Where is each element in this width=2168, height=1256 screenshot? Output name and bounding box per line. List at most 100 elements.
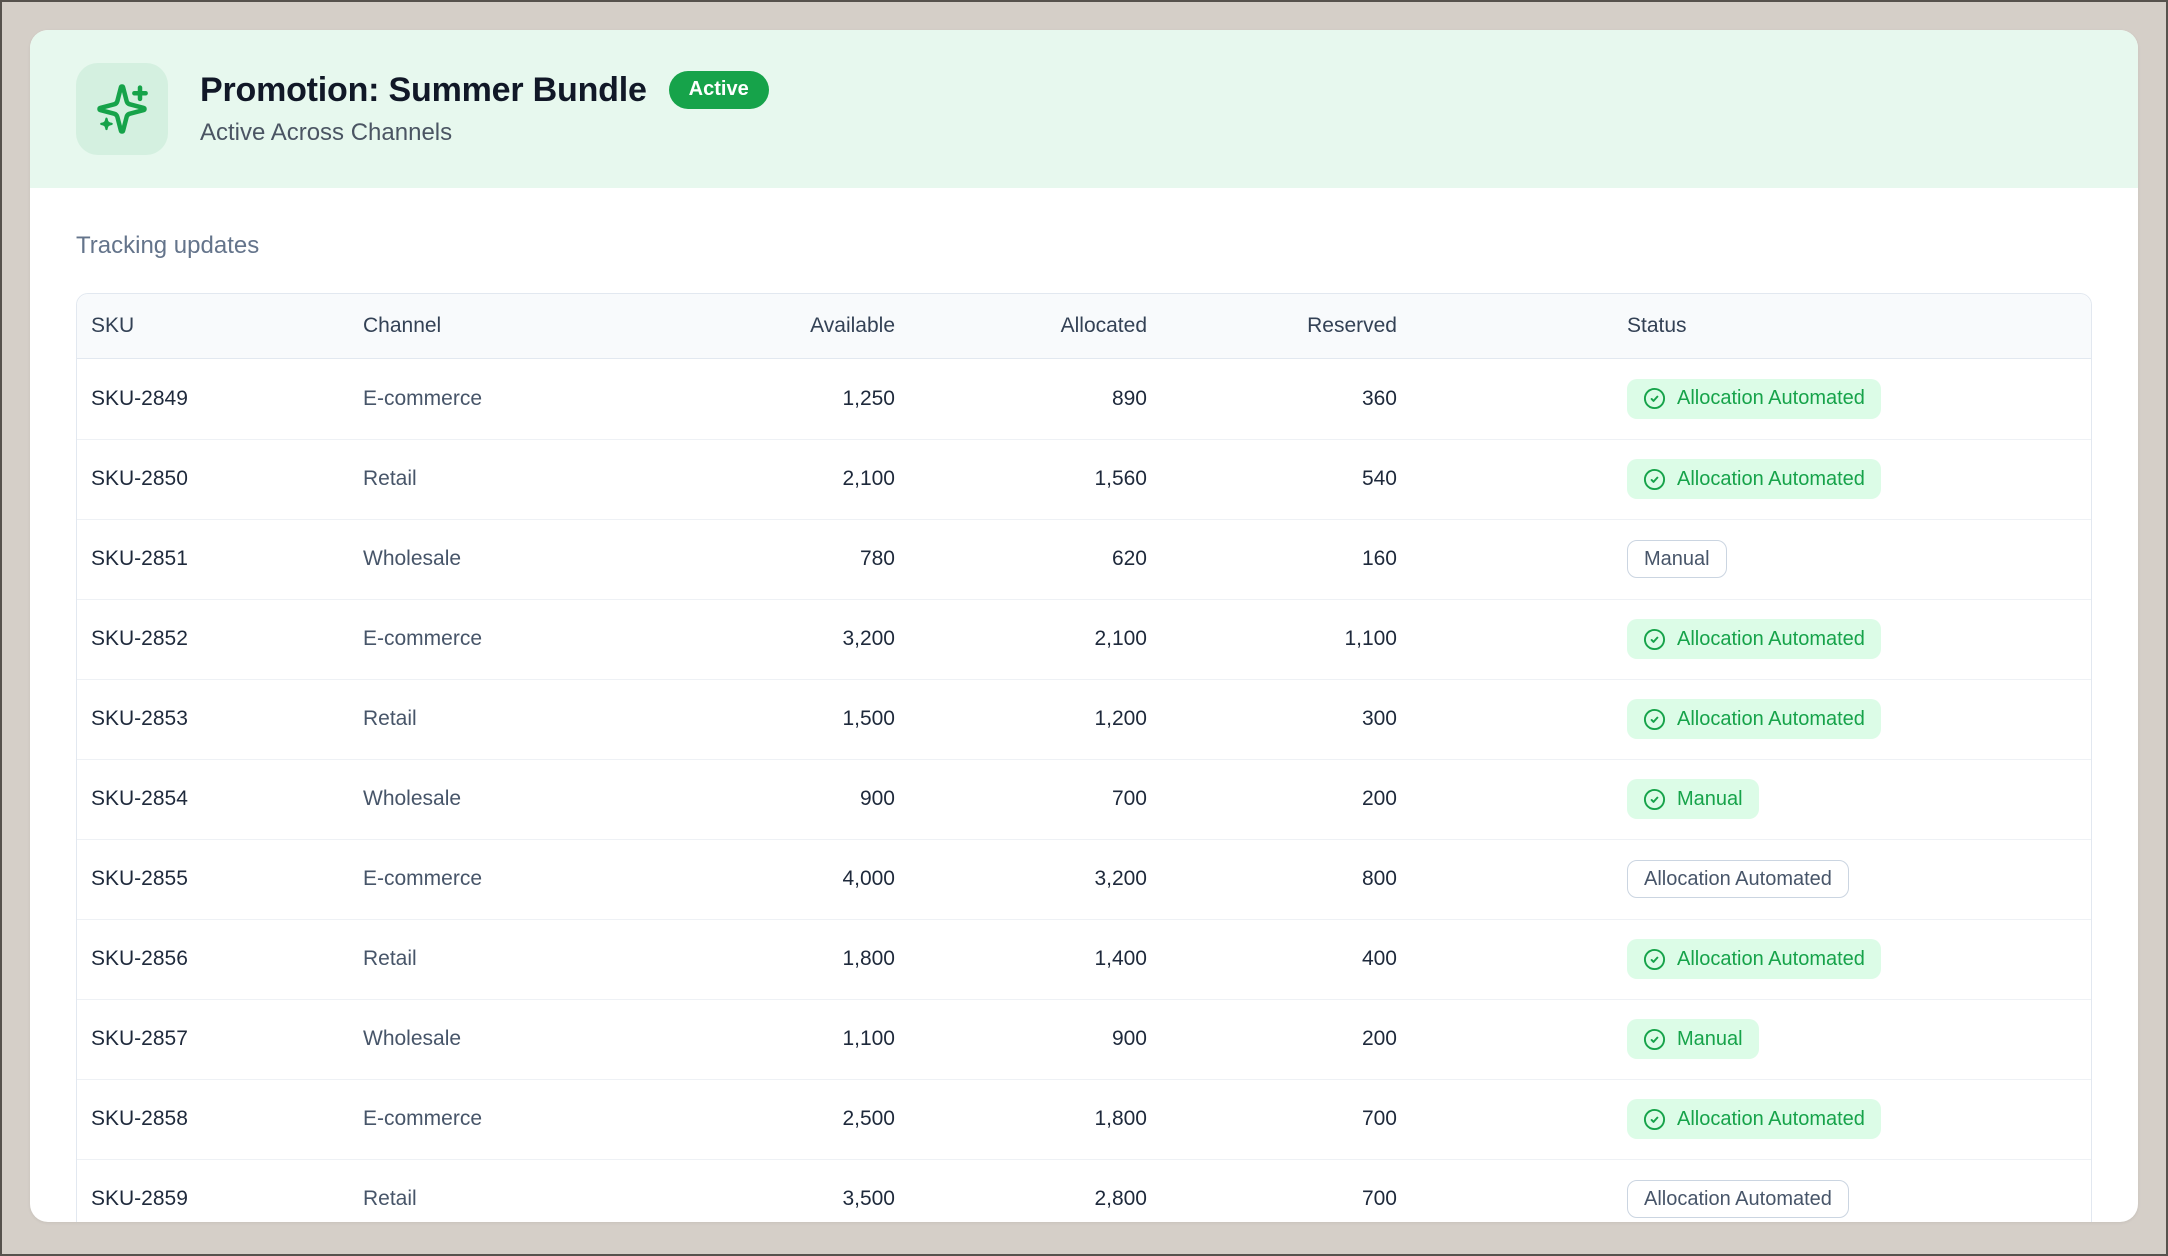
channel-cell: E-commerce (349, 839, 629, 919)
available-cell: 1,500 (629, 679, 909, 759)
status-cell: Allocation Automated (1411, 1079, 2091, 1159)
table-row[interactable]: SKU-2859 Retail 3,500 2,800 700 Allocati… (77, 1159, 2091, 1222)
status-badge: Allocation Automated (1627, 1180, 1849, 1218)
status-cell: Allocation Automated (1411, 679, 2091, 759)
reserved-cell: 360 (1161, 359, 1411, 439)
reserved-cell: 800 (1161, 839, 1411, 919)
allocated-cell: 3,200 (909, 839, 1161, 919)
status-badge: Allocation Automated (1627, 619, 1881, 659)
status-cell: Allocation Automated (1411, 839, 2091, 919)
status-badge: Allocation Automated (1627, 379, 1881, 419)
status-cell: Allocation Automated (1411, 439, 2091, 519)
section-title: Tracking updates (76, 232, 2092, 261)
sku-cell: SKU-2857 (77, 999, 349, 1079)
check-circle-icon (1643, 387, 1666, 410)
table-row[interactable]: SKU-2850 Retail 2,100 1,560 540 Allocati… (77, 439, 2091, 519)
sku-cell: SKU-2851 (77, 519, 349, 599)
table-row[interactable]: SKU-2858 E-commerce 2,500 1,800 700 Allo… (77, 1079, 2091, 1159)
channel-cell: E-commerce (349, 599, 629, 679)
table-row[interactable]: SKU-2857 Wholesale 1,100 900 200 Manual (77, 999, 2091, 1079)
column-header-available: Available (629, 294, 909, 359)
table-row[interactable]: SKU-2856 Retail 1,800 1,400 400 Allocati… (77, 919, 2091, 999)
available-cell: 3,500 (629, 1159, 909, 1222)
column-header-reserved: Reserved (1161, 294, 1411, 359)
table-row[interactable]: SKU-2852 E-commerce 3,200 2,100 1,100 Al… (77, 599, 2091, 679)
check-circle-icon (1643, 788, 1666, 811)
available-cell: 2,100 (629, 439, 909, 519)
status-badge: Allocation Automated (1627, 459, 1881, 499)
promotion-header: Promotion: Summer Bundle Active Active A… (30, 30, 2138, 188)
promotion-icon-tile (76, 63, 168, 155)
reserved-cell: 540 (1161, 439, 1411, 519)
status-badge: Allocation Automated (1627, 1099, 1881, 1139)
status-cell: Manual (1411, 999, 2091, 1079)
status-badge-label: Allocation Automated (1677, 708, 1865, 731)
promotion-card: Promotion: Summer Bundle Active Active A… (30, 30, 2138, 1222)
status-cell: Manual (1411, 519, 2091, 599)
status-badge: Allocation Automated (1627, 939, 1881, 979)
column-header-sku: SKU (77, 294, 349, 359)
allocated-cell: 900 (909, 999, 1161, 1079)
status-badge: Allocation Automated (1627, 699, 1881, 739)
check-circle-icon (1643, 468, 1666, 491)
status-badge-label: Allocation Automated (1644, 1188, 1832, 1211)
status-badge-label: Allocation Automated (1644, 868, 1832, 891)
sku-cell: SKU-2852 (77, 599, 349, 679)
available-cell: 4,000 (629, 839, 909, 919)
status-cell: Allocation Automated (1411, 1159, 2091, 1222)
channel-cell: Retail (349, 919, 629, 999)
status-badge-label: Allocation Automated (1677, 1108, 1865, 1131)
check-circle-icon (1643, 1028, 1666, 1051)
active-status-badge: Active (669, 71, 769, 109)
channel-cell: Retail (349, 679, 629, 759)
allocated-cell: 1,200 (909, 679, 1161, 759)
column-header-channel: Channel (349, 294, 629, 359)
table-row[interactable]: SKU-2851 Wholesale 780 620 160 Manual (77, 519, 2091, 599)
sparkles-icon (95, 82, 149, 136)
table-header: SKU Channel Available Allocated Reserved… (77, 294, 2091, 359)
status-badge-label: Allocation Automated (1677, 387, 1865, 410)
reserved-cell: 160 (1161, 519, 1411, 599)
allocated-cell: 620 (909, 519, 1161, 599)
allocated-cell: 890 (909, 359, 1161, 439)
status-cell: Allocation Automated (1411, 599, 2091, 679)
sku-cell: SKU-2859 (77, 1159, 349, 1222)
reserved-cell: 300 (1161, 679, 1411, 759)
available-cell: 900 (629, 759, 909, 839)
reserved-cell: 200 (1161, 759, 1411, 839)
status-badge: Manual (1627, 1019, 1759, 1059)
allocated-cell: 1,800 (909, 1079, 1161, 1159)
promotion-header-text: Promotion: Summer Bundle Active Active A… (200, 70, 769, 149)
check-circle-icon (1643, 1108, 1666, 1131)
content-area: Tracking updates SKU Channel Available A… (30, 232, 2138, 1222)
sku-cell: SKU-2849 (77, 359, 349, 439)
page-title: Promotion: Summer Bundle (200, 70, 647, 111)
sku-cell: SKU-2858 (77, 1079, 349, 1159)
status-badge-label: Allocation Automated (1677, 948, 1865, 971)
status-badge-label: Manual (1677, 1028, 1743, 1051)
available-cell: 1,100 (629, 999, 909, 1079)
allocated-cell: 700 (909, 759, 1161, 839)
page-subtitle: Active Across Channels (200, 117, 769, 148)
sku-cell: SKU-2853 (77, 679, 349, 759)
available-cell: 780 (629, 519, 909, 599)
available-cell: 3,200 (629, 599, 909, 679)
reserved-cell: 400 (1161, 919, 1411, 999)
table-body: SKU-2849 E-commerce 1,250 890 360 Alloca… (77, 359, 2091, 1222)
table-row[interactable]: SKU-2849 E-commerce 1,250 890 360 Alloca… (77, 359, 2091, 439)
table-row[interactable]: SKU-2855 E-commerce 4,000 3,200 800 Allo… (77, 839, 2091, 919)
table-row[interactable]: SKU-2854 Wholesale 900 700 200 Manual (77, 759, 2091, 839)
available-cell: 2,500 (629, 1079, 909, 1159)
channel-cell: E-commerce (349, 359, 629, 439)
allocated-cell: 2,800 (909, 1159, 1161, 1222)
reserved-cell: 700 (1161, 1079, 1411, 1159)
status-badge-label: Manual (1644, 548, 1710, 571)
reserved-cell: 700 (1161, 1159, 1411, 1222)
check-circle-icon (1643, 628, 1666, 651)
status-cell: Manual (1411, 759, 2091, 839)
channel-cell: Retail (349, 439, 629, 519)
status-badge-label: Allocation Automated (1677, 628, 1865, 651)
column-header-allocated: Allocated (909, 294, 1161, 359)
table-row[interactable]: SKU-2853 Retail 1,500 1,200 300 Allocati… (77, 679, 2091, 759)
status-badge-label: Allocation Automated (1677, 468, 1865, 491)
